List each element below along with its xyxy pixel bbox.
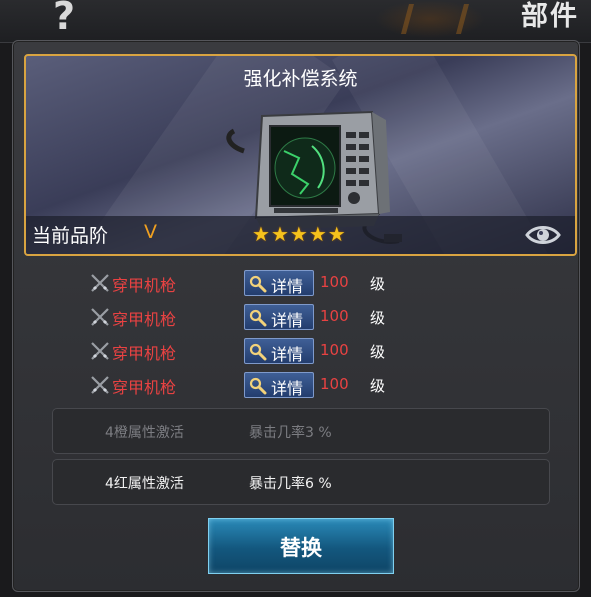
set-bonus-effect: 暴击几率3 % bbox=[249, 425, 332, 441]
top-bar: ? 部件 bbox=[0, 0, 591, 43]
set-piece-name[interactable]: 穿甲机枪 bbox=[112, 272, 176, 296]
emblem-icon bbox=[375, 0, 485, 38]
set-piece-name[interactable]: 穿甲机枪 bbox=[112, 340, 176, 364]
star-icon: ★ bbox=[327, 222, 346, 246]
level-unit: 级 bbox=[370, 309, 386, 327]
crossed-swords-icon bbox=[90, 273, 110, 293]
level-unit: 级 bbox=[370, 343, 386, 361]
detail-button-label: 详情 bbox=[271, 311, 304, 330]
star-icon: ★ bbox=[252, 222, 270, 246]
star-rating: ★ ★ ★ ★ ★ bbox=[252, 223, 346, 245]
crossed-swords-icon bbox=[90, 375, 110, 395]
detail-button-label: 详情 bbox=[271, 345, 304, 364]
level-value: 100 bbox=[320, 341, 349, 359]
set-piece-row: 穿甲机枪 详情 100 级 bbox=[90, 270, 420, 296]
detail-button[interactable]: 详情 bbox=[244, 270, 314, 296]
grade-value: V bbox=[144, 221, 157, 243]
set-piece-row: 穿甲机枪 详情 100 级 bbox=[90, 338, 420, 364]
detail-button[interactable]: 详情 bbox=[244, 304, 314, 330]
star-icon: ★ bbox=[308, 222, 327, 246]
detail-button-label: 详情 bbox=[271, 277, 304, 296]
set-piece-row: 穿甲机枪 详情 100 级 bbox=[90, 372, 420, 398]
set-piece-name[interactable]: 穿甲机枪 bbox=[112, 374, 176, 398]
set-bonus-condition: 4橙属性激活 bbox=[105, 425, 184, 441]
detail-button[interactable]: 详情 bbox=[244, 338, 314, 364]
grade-label: 当前品阶 bbox=[32, 225, 109, 247]
detail-button[interactable]: 详情 bbox=[244, 372, 314, 398]
magnifier-icon bbox=[249, 343, 267, 361]
level-value: 100 bbox=[320, 375, 349, 393]
star-icon: ★ bbox=[289, 222, 308, 246]
eye-icon[interactable] bbox=[525, 222, 561, 248]
replace-button-label: 替换 bbox=[280, 536, 322, 560]
level-unit: 级 bbox=[370, 377, 386, 395]
level-unit: 级 bbox=[370, 275, 386, 293]
set-bonus-effect: 暴击几率6 % bbox=[249, 476, 332, 492]
set-piece-row: 穿甲机枪 详情 100 级 bbox=[90, 304, 420, 330]
crossed-swords-icon bbox=[90, 341, 110, 361]
item-name: 强化补偿系统 bbox=[243, 68, 358, 90]
detail-button-label: 详情 bbox=[271, 379, 304, 398]
set-bonus-box: 4红属性激活 暴击几率6 % bbox=[52, 459, 550, 505]
level-value: 100 bbox=[320, 307, 349, 325]
set-piece-name[interactable]: 穿甲机枪 bbox=[112, 306, 176, 330]
item-footer: 当前品阶 V ★ ★ ★ ★ ★ bbox=[26, 216, 575, 254]
magnifier-icon bbox=[249, 377, 267, 395]
star-icon: ★ bbox=[270, 222, 289, 246]
help-icon[interactable]: ? bbox=[44, 0, 84, 36]
set-bonus-condition: 4红属性激活 bbox=[105, 476, 184, 492]
crossed-swords-icon bbox=[90, 307, 110, 327]
magnifier-icon bbox=[249, 275, 267, 293]
replace-button[interactable]: 替换 bbox=[208, 518, 394, 574]
set-bonus-box: 4橙属性激活 暴击几率3 % bbox=[52, 408, 550, 454]
level-value: 100 bbox=[320, 273, 349, 291]
section-title: 部件 bbox=[521, 1, 579, 32]
item-card[interactable]: 强化补偿系统 当前品阶 V ★ ★ ★ ★ ★ bbox=[24, 54, 577, 256]
magnifier-icon bbox=[249, 309, 267, 327]
